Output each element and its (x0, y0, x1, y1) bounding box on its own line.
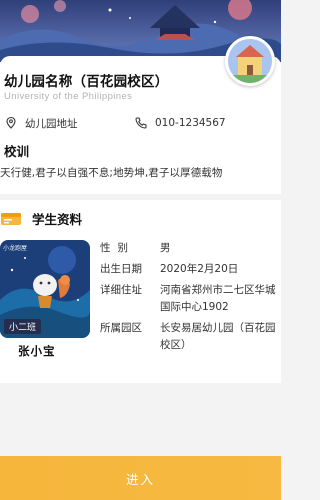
student-profile-panel: 学生资料 小龙跑屋 小二班 张小宝 性别 男 出生日期 2020年2月20日 详… (0, 200, 281, 383)
school-avatar[interactable] (225, 36, 275, 86)
school-phone-row[interactable]: 010-1234567 (134, 115, 226, 131)
location-icon (6, 116, 16, 129)
gender-value: 男 (160, 242, 171, 254)
campus-label: 所属园区 (100, 322, 142, 334)
enter-button-label: 进入 (125, 471, 155, 487)
student-name: 张小宝 (18, 344, 56, 358)
school-address-row[interactable]: 幼儿园地址 (4, 115, 78, 131)
photo-brand-text: 小龙跑屋 (3, 245, 28, 252)
motto-text: 天行健,君子以自强不息;地势坤,君子以厚德载物 (0, 167, 223, 179)
gender-label: 性别 (100, 242, 135, 254)
student-photo[interactable]: 小龙跑屋 小二班 (0, 240, 90, 338)
motto-heading: 校训 (4, 144, 30, 159)
home-address-value: 河南省郑州市二七区华城国际中心1902 (160, 284, 276, 313)
castle-avatar-image (228, 39, 272, 83)
birthdate-row: 出生日期 2020年2月20日 (100, 261, 278, 278)
student-section-title: 学生资料 (32, 211, 83, 227)
school-address-label: 幼儿园地址 (25, 117, 78, 130)
phone-icon (135, 117, 147, 129)
student-card-icon (1, 213, 21, 225)
birthdate-value: 2020年2月20日 (160, 263, 239, 275)
school-phone-number: 010-1234567 (155, 117, 226, 129)
campus-value: 长安易居幼儿园（百花园校区） (160, 322, 276, 351)
home-address-row: 详细住址 河南省郑州市二七区华城国际中心1902 (100, 282, 278, 316)
birthdate-label: 出生日期 (100, 263, 142, 275)
gender-row: 性别 男 (100, 240, 278, 257)
enter-button[interactable]: 进入 (0, 456, 281, 500)
school-name: 幼儿园名称（百花园校区） (4, 74, 169, 90)
school-english-name: University of the Philippines (4, 91, 133, 102)
class-tag: 小二班 (4, 319, 42, 334)
home-address-label: 详细住址 (100, 284, 142, 296)
student-section-header: 学生资料 (0, 208, 82, 228)
student-details: 性别 男 出生日期 2020年2月20日 详细住址 河南省郑州市二七区华城国际中… (100, 240, 278, 358)
campus-row: 所属园区 长安易居幼儿园（百花园校区） (100, 320, 278, 354)
